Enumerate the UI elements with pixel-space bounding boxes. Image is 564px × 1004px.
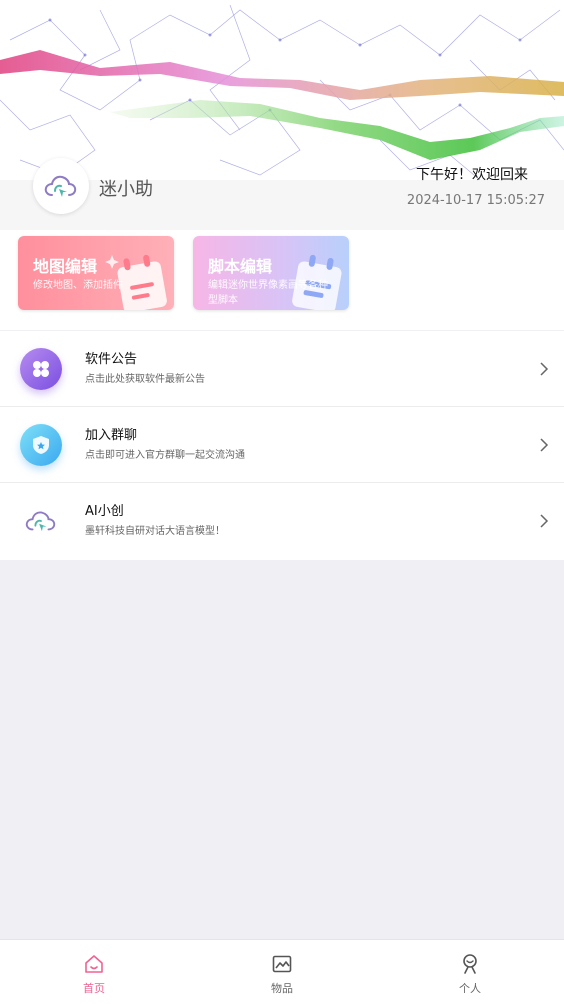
card-subtitle: 编辑迷你世界像素画等各种型脚本	[208, 280, 328, 306]
list-item-announcement[interactable]: 软件公告 点击此处获取软件最新公告	[0, 331, 564, 407]
datetime-text: 2024-10-17 15:05:27	[406, 193, 545, 208]
person-icon	[463, 954, 477, 974]
list-item-join-group[interactable]: 加入群聊 点击即可进入官方群聊一起交流沟通	[0, 407, 564, 483]
avatar[interactable]	[33, 158, 89, 214]
list-item-title: AI小创	[85, 504, 124, 519]
list-item-ai-chat[interactable]: AI小创 墨轩科技自研对话大语言模型！	[0, 483, 564, 560]
tab-label: 首页	[83, 982, 105, 995]
app-name: 迷小助	[99, 179, 153, 200]
tab-label: 物品	[271, 982, 293, 995]
list-item-subtitle: 点击即可进入官方群聊一起交流沟通	[85, 450, 245, 461]
map-edit-card[interactable]: 地图编辑 修改地图、添加插件	[18, 236, 174, 310]
cloud-logo-icon	[44, 175, 77, 197]
script-edit-card[interactable]: 脚本编辑 编辑迷你世界像素画等各种型脚本	[193, 236, 349, 310]
chevron-right-icon	[540, 362, 549, 376]
card-title: 地图编辑	[33, 257, 98, 276]
bottom-tab-bar: 首页 物品 个人	[0, 939, 564, 1004]
cloud-icon	[20, 500, 62, 542]
chevron-right-icon	[540, 438, 549, 452]
chevron-right-icon	[540, 514, 549, 528]
menu-list: 软件公告 点击此处获取软件最新公告 加入群聊 点击即可进入官方群聊一起交流沟通	[0, 331, 564, 560]
tab-profile[interactable]: 个人	[376, 940, 564, 1004]
list-item-subtitle: 墨轩科技自研对话大语言模型！	[85, 526, 225, 537]
home-icon	[85, 955, 103, 973]
greeting-text: 下午好！欢迎回来	[416, 167, 528, 183]
feature-cards: 地图编辑 修改地图、添加插件 脚本编辑 编辑迷你世界像素画等各种型脚本	[0, 230, 564, 330]
tab-items[interactable]: 物品	[188, 940, 376, 1004]
list-item-subtitle: 点击此处获取软件最新公告	[85, 374, 205, 385]
list-item-title: 软件公告	[85, 352, 138, 367]
card-subtitle: 修改地图、添加插件	[33, 280, 123, 291]
tab-home[interactable]: 首页	[0, 940, 188, 1004]
tab-label: 个人	[459, 982, 481, 995]
list-item-title: 加入群聊	[85, 428, 138, 443]
clover-icon	[20, 348, 62, 390]
image-icon	[272, 955, 292, 973]
card-title: 脚本编辑	[208, 257, 273, 276]
shield-icon	[20, 424, 62, 466]
app-page: 迷小助 下午好！欢迎回来 2024-10-17 15:05:27 地图编辑 修改…	[0, 0, 564, 1004]
